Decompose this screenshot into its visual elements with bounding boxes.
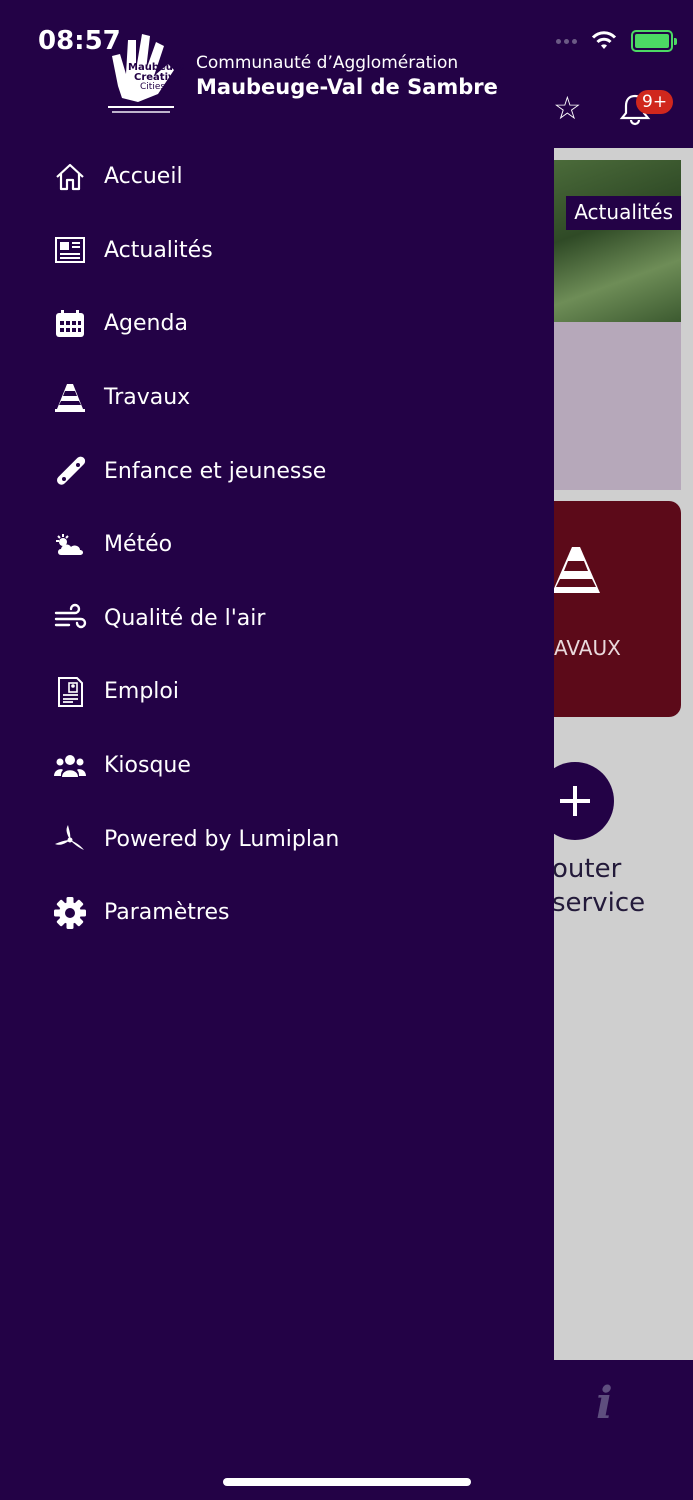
menu-item-accueil[interactable]: Accueil [0,140,554,214]
travaux-card[interactable]: AVAUX [554,501,681,717]
home-icon [52,159,88,195]
menu-item-travaux[interactable]: Travaux [0,361,554,435]
menu-item-parametres[interactable]: Paramètres [0,876,554,950]
users-icon [52,748,88,784]
news-card-image [554,160,681,322]
menu-item-actualites[interactable]: Actualités [0,214,554,288]
menu-item-kiosque[interactable]: Kiosque [0,729,554,803]
travaux-card-label: AVAUX [554,636,621,660]
side-drawer: 08:57 Maubeuge Creative Cities Communaut… [0,0,554,1500]
favorite-star-icon[interactable]: ☆ [553,92,582,124]
maubeuge-logo: Maubeuge Creative Cities [108,34,184,113]
wind-icon [52,600,88,636]
menu-item-label: Emploi [104,679,179,705]
brand-line-2: Maubeuge-Val de Sambre [196,75,498,99]
home-indicator[interactable] [223,1478,471,1486]
wifi-icon [591,31,617,49]
brand-line-1: Communauté d’Agglomération [196,53,459,73]
svg-text:Cities: Cities [140,82,165,92]
menu-item-label: Powered by Lumiplan [104,826,340,852]
menu-item-emploi[interactable]: Emploi [0,655,554,729]
info-icon[interactable]: i [596,1378,613,1429]
menu-item-label: Kiosque [104,753,191,779]
menu-item-label: Paramètres [104,900,230,926]
gear-icon [52,895,88,931]
menu-item-label: Qualité de l'air [104,605,266,631]
weather-icon [52,527,88,563]
status-icons [548,30,677,52]
newspaper-icon [52,232,88,268]
resume-icon [52,674,88,710]
menu-item-label: Accueil [104,164,183,190]
lumiplan-icon [52,821,88,857]
calendar-icon [52,306,88,342]
news-card[interactable]: Actualités [554,160,681,490]
menu-item-label: Travaux [104,385,191,411]
notification-badge: 9+ [636,90,674,114]
menu-item-enfance-jeunesse[interactable]: Enfance et jeunesse [0,434,554,508]
news-card-tag: Actualités [566,196,681,230]
menu-item-label: Météo [104,532,173,558]
menu-item-label: Actualités [104,237,213,263]
battery-icon [631,30,677,52]
menu-item-meteo[interactable]: Météo [0,508,554,582]
traffic-cone-icon [52,380,88,416]
menu-item-label: Enfance et jeunesse [104,458,327,484]
menu-item-lumiplan[interactable]: Powered by Lumiplan [0,802,554,876]
menu-item-label: Agenda [104,311,188,337]
skateboard-icon [52,453,88,489]
menu-item-qualite-air[interactable]: Qualité de l'air [0,582,554,656]
traffic-cone-icon [554,547,600,593]
drawer-menu: Accueil Actualités Agenda Travaux Enfanc… [0,140,554,950]
menu-item-agenda[interactable]: Agenda [0,287,554,361]
brand-title: Communauté d’Agglomération Maubeuge-Val … [196,52,498,100]
add-service-label: outer service [552,854,646,918]
